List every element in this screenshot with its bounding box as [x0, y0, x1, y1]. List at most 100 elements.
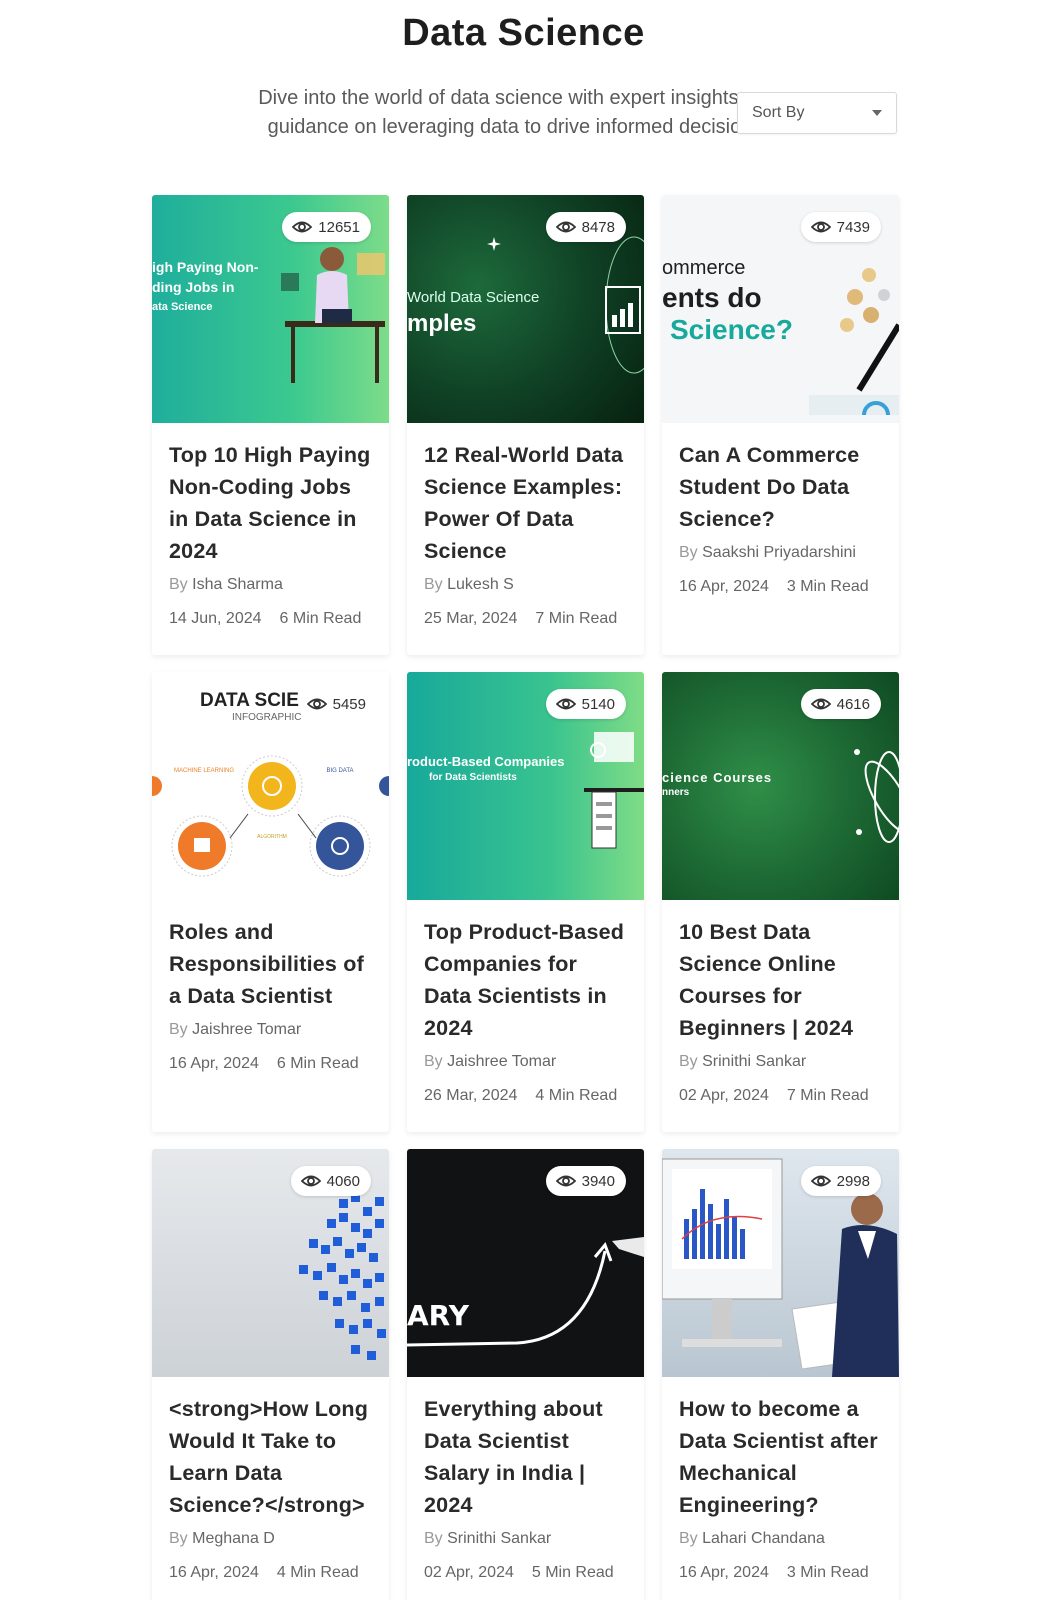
view-count: 4060	[326, 1172, 360, 1190]
view-count-badge: 7439	[800, 212, 881, 242]
blue-cubes-illustration	[299, 1193, 386, 1360]
article-date: 25 Mar, 2024	[424, 610, 518, 627]
by-label: By	[679, 1053, 698, 1070]
article-author: By Lahari Chandana	[679, 1527, 882, 1551]
by-label: By	[679, 1530, 698, 1547]
article-title[interactable]: Roles and Responsibilities of a Data Sci…	[169, 916, 372, 1012]
read-time: 4 Min Read	[276, 1564, 359, 1581]
infographic-circles-illustration: MACHINE LEARNING BIG DATA ALGORITHM	[152, 755, 389, 877]
article-meta: 16 Apr, 2024 3 Min Read	[679, 1561, 882, 1585]
eye-icon	[810, 221, 831, 233]
article-card[interactable]: cience Courses nners 4616 10 Best Data S…	[662, 672, 899, 1132]
by-label: By	[169, 1021, 188, 1038]
thumb-text: BIG DATA	[326, 768, 353, 774]
sort-by-label: Sort By	[752, 104, 805, 121]
article-title[interactable]: 10 Best Data Science Online Courses for …	[679, 916, 882, 1044]
article-author: By Srinithi Sankar	[424, 1527, 627, 1551]
view-count-badge: 8478	[545, 212, 626, 242]
article-thumbnail: World Data Science mples 8478	[407, 195, 644, 423]
by-label: By	[424, 1530, 443, 1547]
eye-icon	[300, 1175, 321, 1187]
subtitle-line-2: guidance on leveraging data to drive inf…	[267, 116, 753, 138]
article-title[interactable]: Can A Commerce Student Do Data Science?	[679, 439, 882, 535]
article-title[interactable]: Top 10 High Paying Non-Coding Jobs in Da…	[169, 439, 372, 567]
eye-icon	[306, 698, 327, 710]
eye-icon	[810, 1175, 831, 1187]
article-card[interactable]: igh Paying Non- ding Jobs in ata Science…	[152, 195, 389, 655]
thumb-text: DATA SCIE	[200, 690, 299, 711]
article-author: By Jaishree Tomar	[169, 1018, 372, 1042]
article-title[interactable]: <strong>How Long Would It Take to Learn …	[169, 1393, 372, 1521]
article-card[interactable]: roduct-Based Companies for Data Scientis…	[407, 672, 644, 1132]
view-count: 3940	[581, 1172, 615, 1190]
eye-icon	[555, 221, 576, 233]
article-meta: 26 Mar, 2024 4 Min Read	[424, 1084, 627, 1108]
article-meta: 16 Apr, 2024 4 Min Read	[169, 1561, 372, 1585]
article-meta: 16 Apr, 2024 3 Min Read	[679, 575, 882, 599]
eye-icon	[810, 698, 831, 710]
article-author: By Lukesh S	[424, 573, 627, 597]
chevron-down-icon	[872, 110, 882, 116]
view-count-badge: 4060	[290, 1166, 371, 1196]
author-name: Lahari Chandana	[702, 1530, 825, 1547]
article-card[interactable]: DATA SCIE INFOGRAPHIC MACHINE LEARNING B…	[152, 672, 389, 1132]
view-count-badge: 12651	[282, 212, 371, 242]
page-title: Data Science	[402, 12, 645, 54]
view-count: 4616	[836, 695, 870, 713]
article-meta: 14 Jun, 2024 6 Min Read	[169, 607, 372, 631]
by-label: By	[169, 576, 188, 593]
sparkle-icon	[487, 237, 501, 251]
author-name: Meghana D	[192, 1530, 275, 1547]
eye-icon	[555, 698, 576, 710]
article-thumbnail: DATA SCIE INFOGRAPHIC MACHINE LEARNING B…	[152, 672, 389, 900]
article-card[interactable]: ARY 3940 Everything about Data Scientist…	[407, 1149, 644, 1600]
thumb-text: mples	[407, 310, 477, 337]
article-title[interactable]: How to become a Data Scientist after Mec…	[679, 1393, 882, 1521]
atom-icon	[854, 749, 899, 843]
article-card[interactable]: 4060 <strong>How Long Would It Take to L…	[152, 1149, 389, 1600]
article-date: 02 Apr, 2024	[424, 1564, 514, 1581]
article-date: 16 Apr, 2024	[679, 578, 769, 595]
article-date: 16 Apr, 2024	[169, 1564, 259, 1581]
view-count-badge: 4616	[800, 689, 881, 719]
view-count-badge: 5140	[545, 689, 626, 719]
read-time: 7 Min Read	[786, 1087, 869, 1104]
article-thumbnail: roduct-Based Companies for Data Scientis…	[407, 672, 644, 900]
article-title[interactable]: Top Product-Based Companies for Data Sci…	[424, 916, 627, 1044]
thumb-text: for Data Scientists	[429, 772, 517, 783]
article-card[interactable]: 2998 How to become a Data Scientist afte…	[662, 1149, 899, 1600]
eye-icon	[292, 221, 313, 233]
thumb-text: igh Paying Non-	[152, 259, 259, 275]
view-count: 7439	[836, 218, 870, 236]
article-thumbnail: ARY 3940	[407, 1149, 644, 1377]
eye-icon	[555, 1175, 576, 1187]
article-thumbnail: ommerce ents do Science? 7439	[662, 195, 899, 423]
subtitle-line-1: Dive into the world of data science with…	[258, 87, 762, 109]
article-author: By Saakshi Priyadarshini	[679, 541, 882, 565]
sort-by-dropdown[interactable]: Sort By	[737, 92, 897, 134]
read-time: 4 Min Read	[535, 1087, 618, 1104]
article-card[interactable]: ommerce ents do Science? 7439 Can A Comm…	[662, 195, 899, 655]
article-date: 02 Apr, 2024	[679, 1087, 769, 1104]
coins-and-pen-illustration	[809, 268, 899, 415]
author-name: Saakshi Priyadarshini	[702, 544, 856, 561]
article-author: By Jaishree Tomar	[424, 1050, 627, 1074]
read-time: 3 Min Read	[786, 578, 869, 595]
author-name: Lukesh S	[447, 576, 514, 593]
read-time: 6 Min Read	[276, 1055, 359, 1072]
article-title[interactable]: 12 Real-World Data Science Examples: Pow…	[424, 439, 627, 567]
thumb-text: ALGORITHM	[257, 834, 287, 840]
article-author: By Meghana D	[169, 1527, 372, 1551]
article-meta: 25 Mar, 2024 7 Min Read	[424, 607, 627, 631]
thumb-text: nners	[662, 787, 690, 798]
article-title[interactable]: Everything about Data Scientist Salary i…	[424, 1393, 627, 1521]
read-time: 5 Min Read	[531, 1564, 614, 1581]
by-label: By	[424, 576, 443, 593]
article-thumbnail: 4060	[152, 1149, 389, 1377]
view-count-badge: 5459	[297, 689, 377, 719]
view-count: 8478	[581, 218, 615, 236]
thumb-text: ding Jobs in	[152, 279, 235, 295]
article-card[interactable]: World Data Science mples 8478 12 Real-Wo…	[407, 195, 644, 655]
article-date: 16 Apr, 2024	[169, 1055, 259, 1072]
article-meta: 16 Apr, 2024 6 Min Read	[169, 1052, 372, 1076]
